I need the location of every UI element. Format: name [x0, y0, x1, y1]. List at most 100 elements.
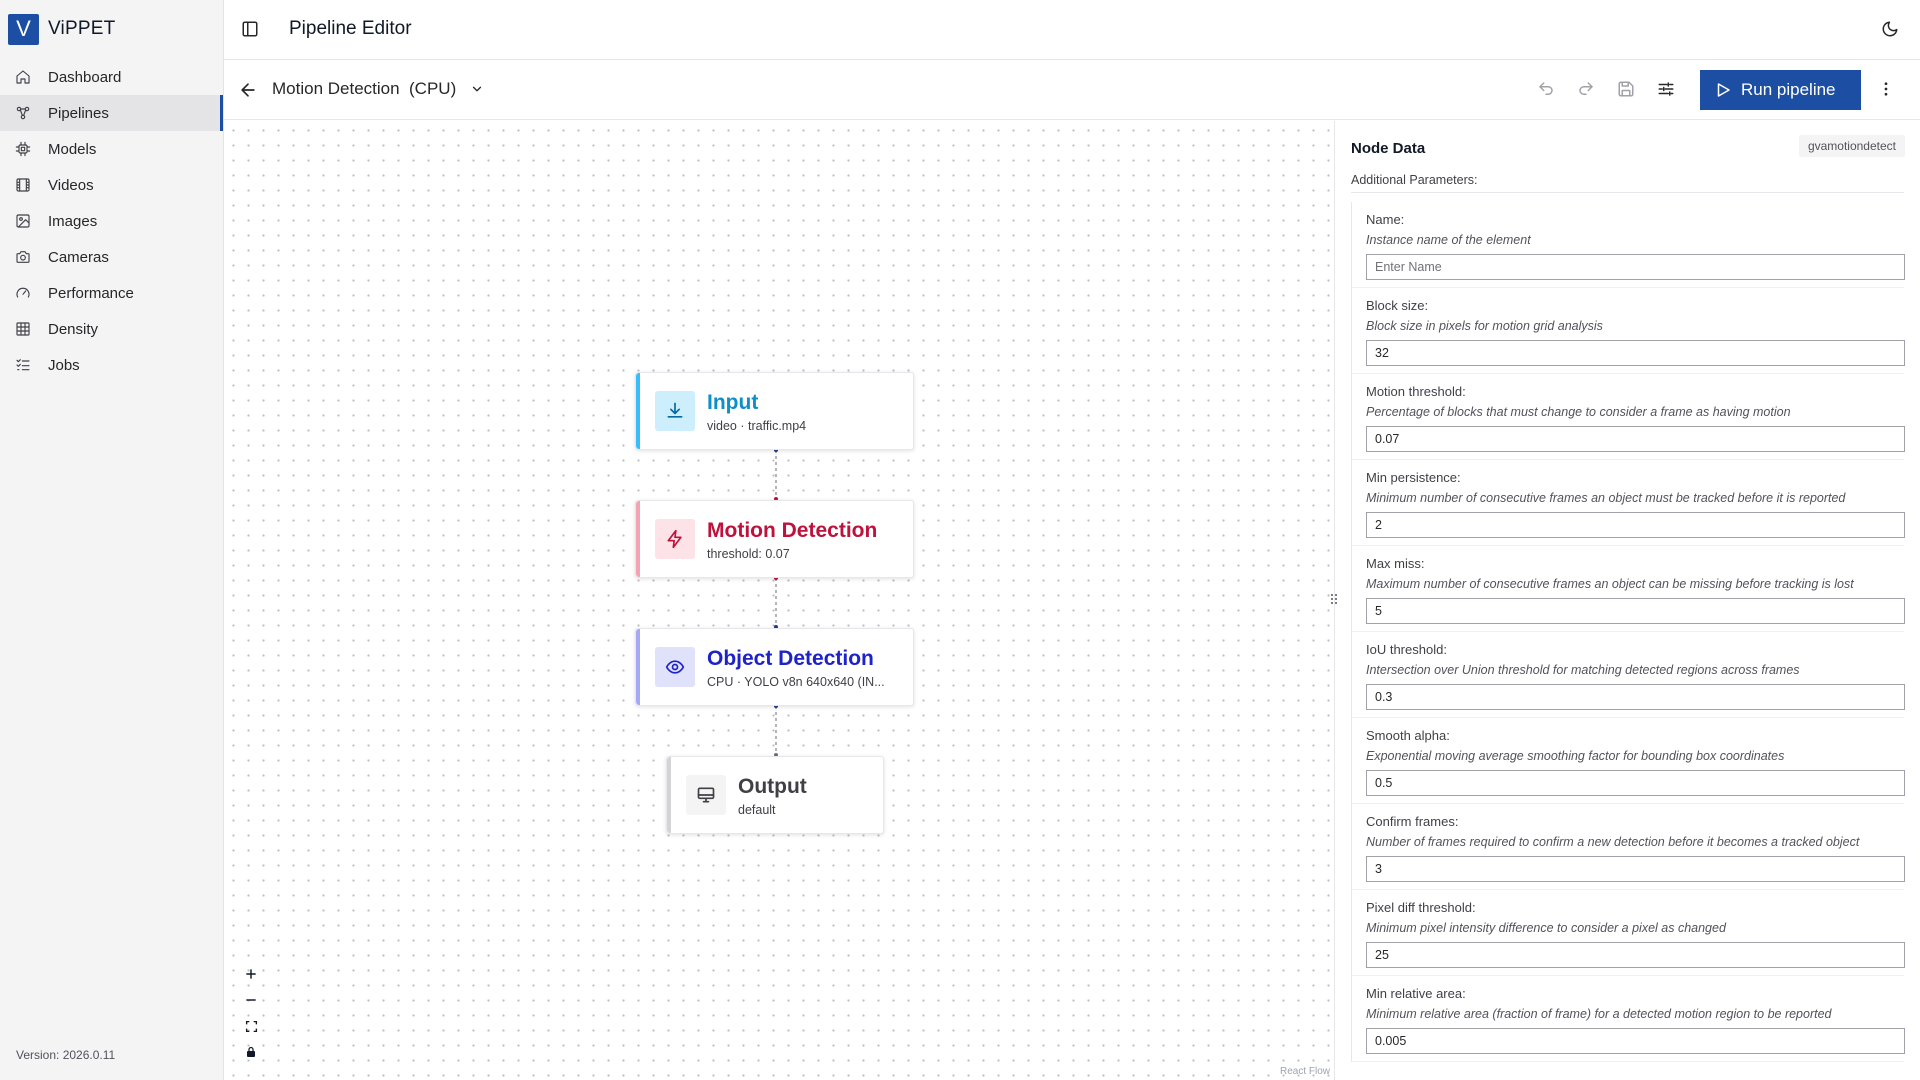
node-title: Output: [738, 775, 807, 798]
param-name: Name: Instance name of the element: [1352, 202, 1905, 288]
param-description: Number of frames required to confirm a n…: [1366, 835, 1860, 849]
node-subtitle: video · traffic.mp4: [707, 419, 807, 433]
param-label: Min persistence:: [1366, 470, 1461, 485]
pixel-diff-threshold-input[interactable]: [1366, 942, 1905, 968]
min-relative-area-input[interactable]: [1366, 1028, 1905, 1054]
sidebar-item-label: Pipelines: [48, 104, 109, 122]
app-logo: V: [8, 13, 39, 45]
sidebar-item-dashboard[interactable]: Dashboard: [0, 59, 223, 95]
undo-icon[interactable]: [1537, 80, 1555, 98]
run-pipeline-label: Run pipeline: [1741, 80, 1836, 99]
zoom-out-button[interactable]: [240, 989, 262, 1011]
sidebar-item-models[interactable]: Models: [0, 131, 223, 167]
node-accent: [636, 501, 640, 577]
smooth-alpha-input[interactable]: [1366, 770, 1905, 796]
edge-input-motion[interactable]: [774, 448, 778, 501]
param-block-size: Block size: Block size in pixels for mot…: [1352, 288, 1905, 374]
edge-motion-object[interactable]: [774, 576, 778, 629]
param-description: Minimum relative area (fraction of frame…: [1366, 1007, 1832, 1021]
lock-view-button[interactable]: [240, 1041, 262, 1063]
name-input[interactable]: [1366, 254, 1905, 280]
zoom-in-button[interactable]: [240, 963, 262, 985]
sliders-icon[interactable]: [1657, 80, 1675, 98]
param-label: Max miss:: [1366, 556, 1425, 571]
panel-divider-line: [1351, 192, 1904, 193]
sidebar-item-performance[interactable]: Performance: [0, 275, 223, 311]
page-title: Pipeline Editor: [289, 18, 412, 39]
param-description: Instance name of the element: [1366, 233, 1531, 247]
node-subtitle: default: [738, 803, 776, 817]
param-smooth-alpha: Smooth alpha: Exponential moving average…: [1352, 718, 1905, 804]
sidebar-item-label: Jobs: [48, 356, 80, 374]
run-pipeline-button[interactable]: Run pipeline: [1700, 70, 1861, 110]
arrow-left-icon[interactable]: [238, 80, 258, 100]
brand[interactable]: V ViPPET: [0, 0, 223, 58]
sidebar-item-label: Density: [48, 320, 99, 338]
param-confirm-frames: Confirm frames: Number of frames require…: [1352, 804, 1905, 890]
node-title: Object Detection: [707, 647, 874, 670]
sidebar-toggle-icon[interactable]: [241, 20, 259, 38]
eye-icon: [665, 660, 685, 674]
node-subtitle: threshold: 0.07: [707, 547, 790, 561]
react-flow-attribution[interactable]: React Flow: [1280, 1066, 1330, 1077]
node-icon-box: [655, 519, 695, 559]
sidebar-item-density[interactable]: Density: [0, 311, 223, 347]
play-icon: [1717, 83, 1730, 97]
editor-toolbar: Motion Detection (CPU) Run pipeline: [224, 60, 1920, 120]
sidebar-item-pipelines[interactable]: Pipelines: [0, 95, 223, 131]
param-description: Minimum number of consecutive frames an …: [1366, 491, 1846, 505]
sidebar-item-label: Models: [48, 140, 97, 158]
fit-view-icon: [245, 1020, 257, 1032]
param-label: Block size:: [1366, 298, 1429, 313]
node-accent: [667, 757, 671, 833]
redo-icon[interactable]: [1577, 80, 1595, 98]
param-description: Exponential moving average smoothing fac…: [1366, 749, 1785, 763]
node-icon-box: [655, 391, 695, 431]
node-subtitle: CPU · YOLO v8n 640x640 (IN...: [707, 675, 885, 689]
param-description: Minimum pixel intensity difference to co…: [1366, 921, 1726, 935]
app-name: ViPPET: [48, 18, 116, 39]
node-input[interactable]: Input video · traffic.mp4: [635, 372, 914, 450]
max-miss-input[interactable]: [1366, 598, 1905, 624]
confirm-frames-input[interactable]: [1366, 856, 1905, 882]
motion-threshold-input[interactable]: [1366, 426, 1905, 452]
block-size-input[interactable]: [1366, 340, 1905, 366]
iou-threshold-input[interactable]: [1366, 684, 1905, 710]
edge-object-output[interactable]: [774, 704, 778, 757]
grid-icon: [16, 322, 30, 336]
activity-icon: [667, 529, 682, 549]
param-max-miss: Max miss: Maximum number of consecutive …: [1352, 546, 1905, 632]
sidebar-item-label: Cameras: [48, 248, 109, 266]
download-icon: [667, 402, 683, 418]
sidebar-item-videos[interactable]: Videos: [0, 167, 223, 203]
element-type-badge: gvamotiondetect: [1798, 135, 1905, 157]
param-label: Smooth alpha:: [1366, 728, 1450, 743]
app-version: Version: 2026.0.11: [16, 1048, 116, 1062]
node-output[interactable]: Output default: [666, 756, 884, 834]
sidebar-item-cameras[interactable]: Cameras: [0, 239, 223, 275]
param-min-persistence: Min persistence: Minimum number of conse…: [1352, 460, 1905, 546]
more-vertical-icon[interactable]: [1877, 80, 1895, 98]
save-icon[interactable]: [1617, 80, 1635, 98]
param-pixel-diff-threshold: Pixel diff threshold: Minimum pixel inte…: [1352, 890, 1905, 976]
node-motion-detection[interactable]: Motion Detection threshold: 0.07: [635, 500, 914, 578]
param-description: Block size in pixels for motion grid ana…: [1366, 319, 1603, 333]
cpu-chip-icon: [15, 141, 31, 157]
flow-canvas[interactable]: Input video · traffic.mp4 Motion Detecti…: [224, 121, 1334, 1080]
monitor-icon: [697, 787, 715, 803]
image-icon: [16, 214, 30, 228]
sidebar-item-images[interactable]: Images: [0, 203, 223, 239]
param-iou-threshold: IoU threshold: Intersection over Union t…: [1352, 632, 1905, 718]
panel-title: Node Data: [1351, 140, 1426, 157]
sidebar-item-jobs[interactable]: Jobs: [0, 347, 223, 383]
moon-icon[interactable]: [1881, 20, 1899, 38]
min-persistence-input[interactable]: [1366, 512, 1905, 538]
edges-layer: [774, 448, 778, 757]
pipeline-selector[interactable]: Motion Detection (CPU): [272, 79, 484, 99]
additional-parameters-label: Additional Parameters:: [1351, 173, 1478, 187]
sidebar-item-label: Performance: [48, 284, 134, 302]
fit-view-button[interactable]: [240, 1015, 262, 1037]
list-checks-icon: [16, 359, 30, 371]
node-object-detection[interactable]: Object Detection CPU · YOLO v8n 640x640 …: [635, 628, 914, 706]
node-accent: [636, 373, 640, 449]
